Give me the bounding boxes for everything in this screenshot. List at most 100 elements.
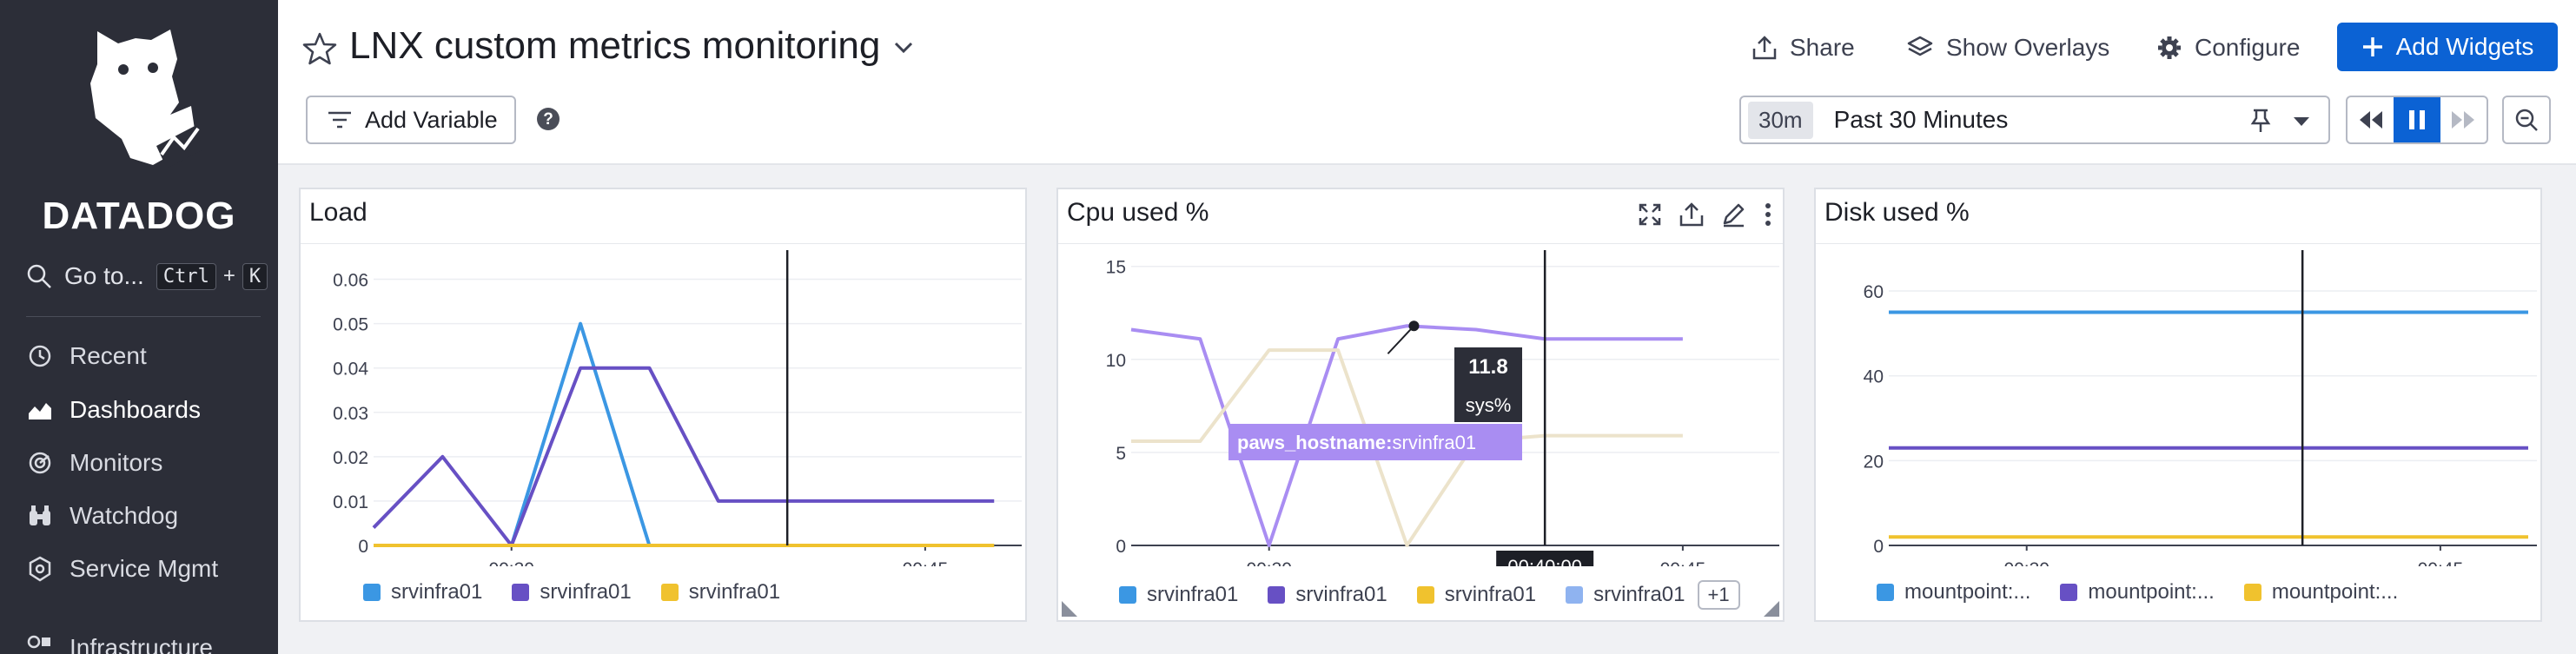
widget-load[interactable]: Load 0 0.01 0.02 0.03 0.04 0.05 0.06 00:30 00:45… [299, 188, 1027, 622]
widget-legend: srvinfra01 srvinfra01 srvinfra01 srvinfr… [1058, 580, 1783, 610]
page-title[interactable]: LNX custom metrics monitoring [349, 24, 880, 68]
cpu-line-chart[interactable]: 0 5 10 15 00:30 00:45 11.8 sys% paws_hostname:sr… [1058, 245, 1783, 566]
y-tick-label: 0 [358, 537, 368, 557]
zoom-out-button[interactable] [2502, 96, 2551, 144]
disk-line-chart[interactable]: 0 20 40 60 00:30 00:45 [1816, 245, 2540, 566]
fast-forward-icon [2452, 111, 2475, 129]
tooltip-tag-value: srvinfra01 [1393, 432, 1477, 453]
fullscreen-icon[interactable] [1637, 201, 1663, 228]
rewind-icon [2359, 111, 2382, 129]
dashboard-icon [29, 403, 51, 419]
legend-label: srvinfra01 [540, 580, 632, 604]
sidebar-item-recent[interactable]: Recent [26, 337, 147, 375]
y-tick-label: 0.06 [333, 271, 368, 291]
widget-title: Disk used % [1824, 198, 1970, 227]
legend-item[interactable]: srvinfra01 [363, 580, 482, 604]
binoculars-icon [30, 505, 50, 525]
sidebar-item-dashboards[interactable]: Dashboards [26, 391, 201, 429]
y-tick-label: 0 [1873, 537, 1884, 557]
legend-item[interactable]: mountpoint:... [1877, 580, 2030, 604]
y-tick-label: 0 [1116, 537, 1126, 557]
y-tick-label: 10 [1106, 351, 1126, 371]
pin-icon[interactable] [2248, 108, 2273, 134]
edit-pencil-icon[interactable] [1720, 201, 1746, 228]
sidebar-item-label: Monitors [70, 449, 163, 476]
show-overlays-button[interactable]: Show Overlays [1906, 26, 2109, 69]
widget-legend: mountpoint:... mountpoint:... mountpoint… [1816, 580, 2540, 604]
dashboard-header: LNX custom metrics monitoring Share Show… [278, 0, 2576, 165]
plus-icon [2362, 37, 2382, 56]
chevron-down-icon[interactable] [2290, 109, 2313, 132]
widget-divider [1816, 243, 2540, 244]
more-options-icon[interactable] [1762, 201, 1774, 228]
legend-item[interactable]: srvinfra01 [1416, 583, 1536, 607]
x-tick-label: 00:30 [1246, 559, 1292, 566]
resize-handle-right[interactable] [1764, 601, 1779, 617]
forward-button[interactable] [2440, 97, 2487, 142]
sidebar-item-label: Infrastructure [70, 634, 213, 654]
kbd-plus: + [222, 264, 235, 287]
help-icon[interactable]: ? [535, 106, 561, 132]
y-tick-label: 60 [1864, 282, 1884, 302]
add-variable-label: Add Variable [365, 106, 498, 133]
legend-item[interactable]: srvinfra01 [660, 580, 781, 604]
add-widgets-label: Add Widgets [2395, 33, 2534, 60]
pause-button[interactable] [2394, 97, 2440, 142]
dog-logo-icon [90, 30, 203, 168]
gear-icon [2158, 36, 2181, 59]
legend-label: srvinfra01 [688, 580, 781, 604]
legend-item[interactable]: srvinfra01 [1119, 583, 1238, 607]
tooltip-tag-key: paws_hostname: [1237, 432, 1393, 453]
legend-swatch [2243, 584, 2261, 601]
legend-item[interactable]: srvinfra01 [1566, 583, 1685, 607]
legend-item[interactable]: mountpoint:... [2243, 580, 2398, 604]
legend-more-button[interactable]: +1 [1697, 580, 1740, 610]
legend-swatch [660, 584, 679, 601]
legend-swatch [1416, 586, 1434, 604]
datadog-logo[interactable]: DATADOG [0, 16, 278, 237]
load-line-chart[interactable]: 0 0.01 0.02 0.03 0.04 0.05 0.06 00:30 00:45 [301, 245, 1025, 566]
legend-swatch [1268, 586, 1286, 604]
share-button[interactable]: Share [1752, 26, 1855, 69]
resize-handle-left[interactable] [1062, 601, 1077, 617]
widget-cpu-used[interactable]: Cpu used % 0 5 10 15 00:30 00:45 11.8 sys% paws_… [1056, 188, 1785, 622]
time-range-label: Past 30 Minutes [1833, 106, 2009, 133]
infrastructure-icon [27, 635, 50, 649]
goto-search[interactable]: Go to... Ctrl + K [26, 259, 271, 294]
time-picker[interactable]: 30m Past 30 Minutes [1739, 96, 2330, 144]
legend-swatch [2060, 584, 2078, 601]
chevron-down-icon[interactable] [891, 35, 916, 59]
y-tick-label: 0.01 [333, 492, 368, 512]
sidebar-item-service-mgmt[interactable]: Service Mgmt [26, 550, 218, 588]
x-tick-label: 00:30 [488, 559, 534, 566]
legend-label: srvinfra01 [1147, 583, 1239, 606]
overlays-label: Show Overlays [1946, 34, 2110, 61]
legend-item[interactable]: srvinfra01 [1268, 583, 1387, 607]
sidebar-item-infrastructure[interactable]: Infrastructure [26, 629, 213, 654]
add-widgets-button[interactable]: Add Widgets [2337, 23, 2558, 71]
y-tick-label: 0.03 [333, 404, 368, 424]
brand-name: DATADOG [42, 195, 236, 237]
x-tick-label: 00:45 [903, 559, 949, 566]
configure-label: Configure [2195, 34, 2301, 61]
sidebar-divider [26, 316, 261, 317]
rewind-button[interactable] [2348, 97, 2394, 142]
add-variable-button[interactable]: Add Variable [306, 96, 516, 144]
favorite-star-icon[interactable] [302, 31, 337, 66]
kbd-ctrl: Ctrl [156, 262, 216, 290]
configure-button[interactable]: Configure [2156, 26, 2300, 69]
sidebar-item-label: Service Mgmt [70, 555, 219, 582]
widget-divider [1058, 243, 1783, 244]
export-icon[interactable] [1679, 201, 1705, 228]
legend-item[interactable]: mountpoint:... [2060, 580, 2215, 604]
sidebar-item-monitors[interactable]: Monitors [26, 444, 162, 482]
widget-title: Cpu used % [1067, 198, 1209, 227]
legend-swatch [512, 584, 530, 601]
pause-icon [2408, 110, 2425, 129]
sidebar-item-label: Dashboards [70, 396, 201, 423]
sidebar-item-label: Watchdog [70, 502, 179, 529]
legend-item[interactable]: srvinfra01 [512, 580, 632, 604]
sidebar-item-watchdog[interactable]: Watchdog [26, 497, 178, 535]
legend-label: mountpoint:... [1904, 580, 2031, 604]
widget-disk-used[interactable]: Disk used % 0 20 40 60 00:30 00:45 mountpoint… [1814, 188, 2542, 622]
